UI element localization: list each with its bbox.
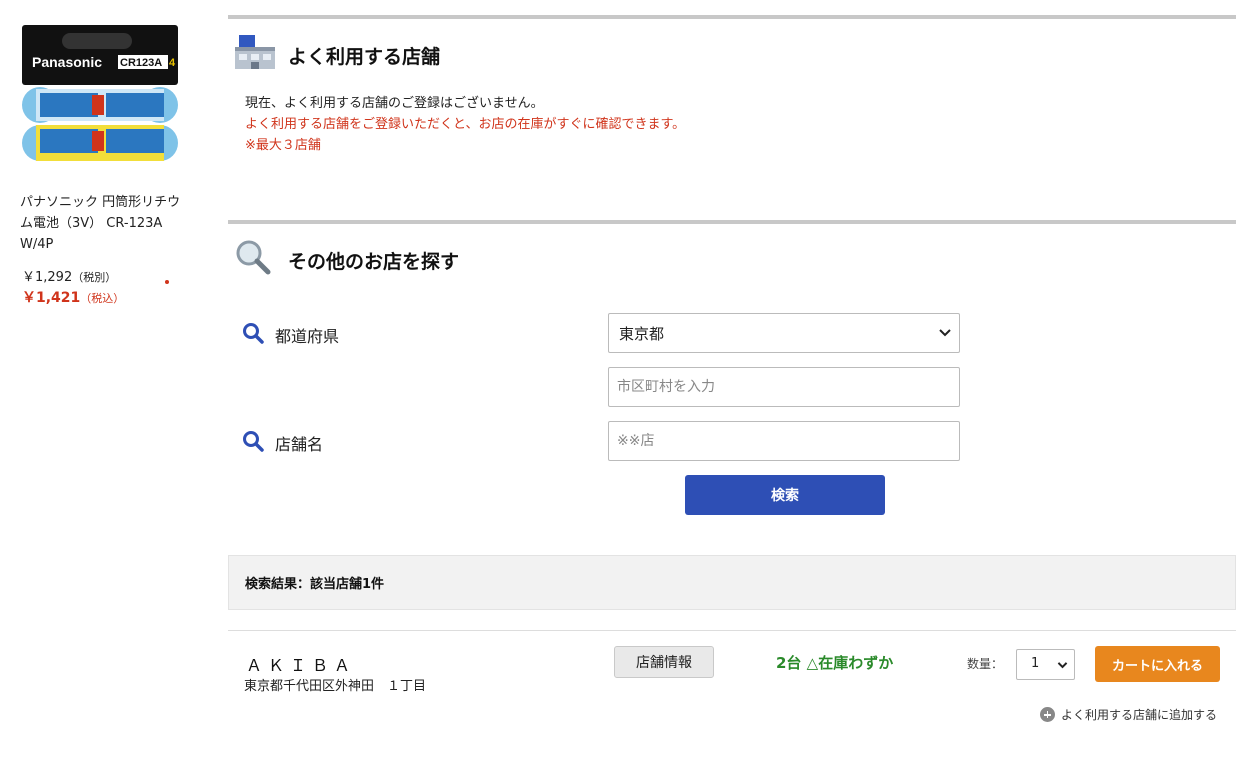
search-button[interactable]: 検索 bbox=[685, 475, 885, 515]
add-favorite-label: よく利用する店舗に追加する bbox=[1061, 708, 1218, 722]
prefecture-label: 都道府県 bbox=[275, 327, 340, 346]
section-divider bbox=[228, 15, 1236, 19]
price-including-tax: ￥1,421（税込） bbox=[22, 287, 124, 307]
store-address: 東京都千代田区外神田 １丁目 bbox=[244, 679, 427, 694]
price-ex-value: ￥1,292 bbox=[22, 270, 73, 285]
store-name-input[interactable] bbox=[608, 421, 960, 461]
plus-circle-icon bbox=[1040, 707, 1055, 722]
store-info-button[interactable]: 店舗情報 bbox=[614, 646, 714, 678]
search-icon bbox=[242, 430, 264, 452]
favorite-none-message: 現在、よく利用する店舗のご登録はございません。 bbox=[245, 96, 544, 111]
store-building-icon bbox=[235, 35, 275, 69]
favorite-limit-message: ※最大３店舗 bbox=[245, 138, 321, 153]
price-ex-note: （税別） bbox=[72, 271, 117, 284]
favorite-stores-title: よく利用する店舗 bbox=[288, 46, 441, 68]
product-name[interactable]: パナソニック 円筒形リチウム電池（3V） CR-123A W/4P bbox=[20, 192, 190, 255]
price-in-note: （税込） bbox=[80, 292, 125, 305]
price-excluding-tax: ￥1,292（税別） bbox=[22, 266, 116, 285]
prefecture-value: 東京都 bbox=[619, 325, 665, 343]
search-icon bbox=[242, 322, 264, 344]
add-favorite-store-link[interactable]: よく利用する店舗に追加する bbox=[1040, 706, 1217, 723]
section-divider bbox=[228, 220, 1236, 224]
city-input[interactable] bbox=[608, 367, 960, 407]
add-to-cart-button[interactable]: カートに入れる bbox=[1095, 646, 1220, 682]
stock-status: 2台 △在庫わずか bbox=[776, 654, 894, 672]
favorite-hint-message: よく利用する店舗をご登録いただくと、お店の在庫がすぐに確認できます。 bbox=[245, 117, 686, 132]
product-model: CR123A bbox=[120, 57, 162, 69]
price-in-value: ￥1,421 bbox=[22, 290, 81, 306]
chevron-down-icon bbox=[1057, 662, 1068, 669]
chevron-down-icon bbox=[939, 329, 951, 337]
quantity-label: 数量： bbox=[967, 657, 1004, 671]
result-divider bbox=[228, 630, 1236, 631]
indicator-dot bbox=[165, 280, 169, 284]
prefecture-select[interactable]: 東京都 bbox=[608, 313, 960, 353]
result-summary-bar: 検索結果：該当店舗1件 bbox=[228, 555, 1236, 610]
product-image[interactable]: Panasonic CR123A 4 bbox=[22, 25, 178, 167]
store-name: ＡＫＩＢＡ bbox=[246, 656, 357, 675]
quantity-select[interactable]: 1 bbox=[1016, 649, 1075, 680]
store-name-label: 店舗名 bbox=[275, 435, 324, 454]
result-summary: 検索結果：該当店舗1件 bbox=[245, 577, 385, 592]
magnifier-icon bbox=[235, 239, 271, 275]
quantity-value: 1 bbox=[1031, 656, 1040, 671]
product-count: 4 bbox=[169, 57, 176, 69]
product-brand: Panasonic bbox=[32, 54, 102, 70]
other-stores-title: その他のお店を探す bbox=[288, 251, 460, 273]
